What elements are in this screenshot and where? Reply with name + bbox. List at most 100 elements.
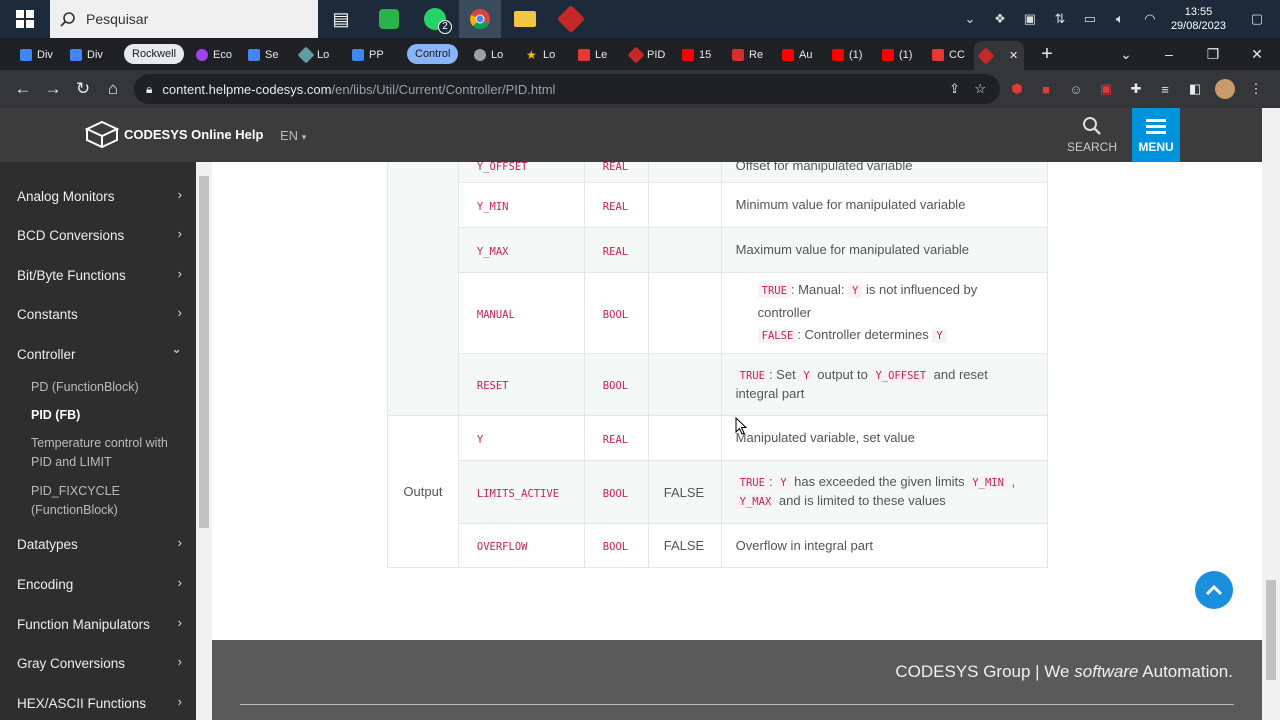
clock-time: 13:55	[1184, 6, 1213, 18]
language-selector[interactable]: EN ▾	[280, 128, 306, 143]
tab-7[interactable]: PP	[346, 41, 392, 68]
table-row: Y_OFFSET REAL Offset for manipulated var…	[387, 162, 1049, 416]
tab-5[interactable]: Se	[242, 41, 288, 68]
sidebar-item-controller[interactable]: Controller ⌄	[0, 336, 196, 372]
var-desc-cell: Overflow in integral part	[720, 523, 1049, 568]
windows-start-button[interactable]	[0, 0, 50, 38]
wifi-icon[interactable]: ◠	[1139, 8, 1161, 30]
codesys-logo[interactable]: CODESYS Online Help	[84, 120, 263, 148]
youtube-icon	[832, 48, 844, 61]
browser-tab-strip: Div Div Rockwell Eco Se Lo PP Control Lo…	[0, 38, 1280, 70]
sidebar-item-analog-monitors[interactable]: Analog Monitors ›	[0, 178, 196, 214]
usb-icon[interactable]: ⇅	[1049, 8, 1071, 30]
back-arrow-icon[interactable]: ←	[10, 76, 36, 102]
browser-menu-icon[interactable]: ⋮	[1246, 79, 1266, 99]
profile-avatar[interactable]	[1215, 79, 1235, 99]
sidebar-subitem-temperature-control[interactable]: Temperature control with PID and LIMIT	[31, 434, 181, 472]
home-icon[interactable]: ⌂	[100, 76, 126, 102]
extension-mask-icon[interactable]: ☺	[1066, 79, 1086, 99]
var-name-cell: OVERFLOW	[457, 523, 585, 568]
var-desc-cell: Minimum value for manipulated variable	[720, 182, 1049, 228]
sidebar-item-constants[interactable]: Constants ›	[0, 296, 196, 332]
sidebar-item-datatypes[interactable]: Datatypes ›	[0, 526, 196, 562]
var-desc-cell: Maximum value for manipulated variable	[720, 227, 1049, 273]
table-row: OVERFLOW BOOL FALSE Overflow in integral…	[388, 523, 1049, 568]
photos-icon[interactable]: ▣	[1019, 8, 1041, 30]
task-view-icon[interactable]: ▤	[326, 4, 356, 34]
close-tab-icon[interactable]: ✕	[1009, 49, 1018, 62]
sidebar-subitem-pid-fixcycle[interactable]: PID_FIXCYCLE (FunctionBlock)	[31, 482, 181, 520]
restore-icon[interactable]: ❐	[1190, 38, 1236, 70]
tab-4[interactable]: Eco	[190, 41, 236, 68]
feedly-app-icon[interactable]	[374, 4, 404, 34]
tab-2[interactable]: Div	[64, 41, 108, 68]
close-window-icon[interactable]: ✕	[1234, 38, 1280, 70]
tab-15[interactable]: Au	[776, 41, 822, 68]
taskbar-search-box[interactable]: Pesquisar	[50, 0, 318, 38]
search-icon	[1083, 117, 1101, 135]
whatsapp-app-icon[interactable]: 2	[420, 4, 452, 34]
codesys-app-icon[interactable]	[556, 4, 586, 34]
tab-18[interactable]: CC	[926, 41, 972, 68]
file-explorer-icon[interactable]	[510, 4, 540, 34]
extension-red-icon[interactable]: ■	[1036, 79, 1056, 99]
forward-arrow-icon[interactable]: →	[40, 76, 66, 102]
var-name-cell: LIMITS_ACTIVE	[457, 460, 585, 524]
var-name-cell: Y_MIN	[457, 182, 585, 228]
tab-10[interactable]: ★ Lo	[520, 41, 566, 68]
sidebar-item-bit-byte-functions[interactable]: Bit/Byte Functions ›	[0, 257, 196, 293]
tab-16[interactable]: (1)	[826, 41, 872, 68]
volume-icon[interactable]: 🔈︎	[1109, 8, 1131, 30]
dropbox-icon[interactable]: ❖	[989, 8, 1011, 30]
tab-1[interactable]: Div	[14, 41, 58, 68]
tab-search-chevron-icon[interactable]: ⌄	[1103, 38, 1149, 70]
taskbar-clock[interactable]: 13:55 29/08/2023	[1171, 5, 1226, 33]
sidebar-scrollbar[interactable]	[196, 162, 212, 720]
tab-group-control[interactable]: Control	[407, 44, 459, 64]
site-search-button[interactable]: SEARCH	[1064, 112, 1120, 160]
scroll-to-top-button[interactable]	[1195, 571, 1233, 609]
sidebar-item-bcd-conversions[interactable]: BCD Conversions ›	[0, 217, 196, 253]
reload-icon[interactable]: ↻	[70, 76, 96, 102]
notifications-icon[interactable]: ▢	[1246, 8, 1268, 30]
side-panel-icon[interactable]: ◧	[1185, 79, 1205, 99]
media-queue-icon[interactable]: ≡	[1155, 79, 1175, 99]
page-scroll-thumb[interactable]	[1266, 580, 1276, 680]
sidebar-item-encoding[interactable]: Encoding ›	[0, 566, 196, 602]
sidebar-item-hex-ascii-functions[interactable]: HEX/ASCII Functions ›	[0, 685, 196, 720]
extension-notification-icon[interactable]: ▣	[1096, 79, 1116, 99]
sidebar-item-gray-conversions[interactable]: Gray Conversions ›	[0, 645, 196, 681]
tab-6[interactable]: Lo	[294, 41, 340, 68]
lock-icon: 🔒︎	[146, 81, 153, 96]
var-name-cell: MANUAL	[457, 272, 585, 354]
tab-9[interactable]: Lo	[468, 41, 514, 68]
site-menu-button[interactable]: MENU	[1132, 108, 1180, 162]
sidebar-subitem-pd[interactable]: PD (FunctionBlock)	[31, 378, 181, 397]
battery-icon[interactable]: ▭	[1079, 8, 1101, 30]
tab-11[interactable]: Le	[572, 41, 618, 68]
new-tab-icon[interactable]: +	[1024, 38, 1070, 70]
tab-14[interactable]: Re	[726, 41, 772, 68]
sidebar-scroll-thumb[interactable]	[199, 176, 209, 528]
chevron-down-icon: ⌄	[171, 341, 182, 356]
tab-13[interactable]: 15	[676, 41, 722, 68]
chrome-app-icon[interactable]	[459, 0, 501, 38]
tab-17[interactable]: (1)	[876, 41, 922, 68]
tab-12[interactable]: PID	[624, 41, 670, 68]
address-bar[interactable]: 🔒︎ content.helpme-codesys.com/en/libs/Ut…	[134, 74, 1000, 104]
sidebar-subitem-pid[interactable]: PID (FB)	[31, 406, 181, 425]
extension-shield-icon[interactable]: ⬢	[1007, 79, 1027, 99]
tab-active[interactable]: ✕	[974, 41, 1024, 70]
chevron-up-icon[interactable]: ⌄	[959, 8, 981, 30]
sidebar-nav: Analog Monitors › BCD Conversions › Bit/By…	[0, 162, 196, 720]
tab-group-rockwell[interactable]: Rockwell	[124, 44, 185, 64]
extensions-puzzle-icon[interactable]: ✚	[1126, 79, 1146, 99]
var-desc-cell: Offset for manipulated variable	[720, 162, 1049, 183]
minimize-icon[interactable]: –	[1146, 38, 1192, 70]
share-icon[interactable]: ⇪	[949, 81, 960, 97]
bookmark-star-icon[interactable]: ☆	[974, 81, 986, 97]
sidebar-item-function-manipulators[interactable]: Function Manipulators ›	[0, 606, 196, 642]
tab-favicon-icon	[578, 48, 590, 61]
page-scrollbar[interactable]	[1262, 108, 1280, 720]
logo-text: CODESYS Online Help	[124, 126, 264, 142]
